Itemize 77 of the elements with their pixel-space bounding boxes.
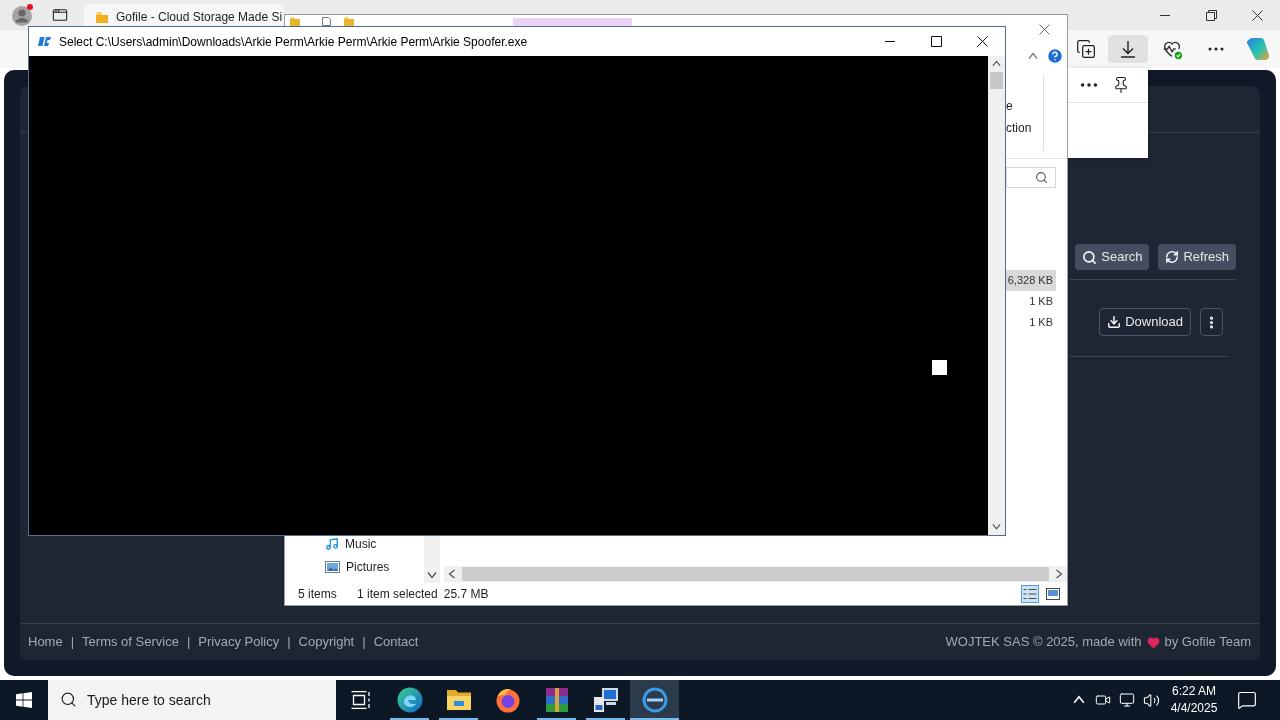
view-button[interactable] bbox=[1044, 585, 1062, 603]
refresh-icon bbox=[1165, 250, 1180, 264]
link-separator: | bbox=[362, 633, 366, 652]
footer-link[interactable]: Home bbox=[28, 632, 63, 652]
credit-text: by Gofile Team bbox=[1164, 633, 1251, 652]
tab-actions-icon[interactable] bbox=[52, 7, 68, 23]
item-count: 5 items bbox=[298, 586, 338, 603]
restore-icon[interactable] bbox=[1205, 9, 1217, 21]
chevron-down-icon[interactable] bbox=[427, 571, 437, 579]
heart-icon bbox=[1146, 635, 1160, 649]
maximize-icon[interactable] bbox=[930, 36, 942, 47]
footer-link[interactable]: Contact bbox=[373, 632, 419, 652]
app-logo-icon bbox=[641, 687, 668, 713]
ribbon-label[interactable]: e bbox=[1006, 98, 1043, 114]
selection-size: 25.7 MB bbox=[443, 586, 489, 603]
computer-icon bbox=[592, 687, 619, 713]
folder-icon bbox=[445, 689, 472, 711]
music-note-icon bbox=[325, 537, 339, 551]
selection-count: 1 item selected bbox=[357, 586, 438, 603]
windows-logo-icon[interactable] bbox=[16, 692, 32, 708]
browser-icon bbox=[396, 687, 423, 713]
scrollbar-thumb[interactable] bbox=[462, 567, 1049, 581]
folder-icon bbox=[96, 11, 108, 23]
file-row[interactable]: 1 KB bbox=[1006, 312, 1056, 333]
help-icon[interactable] bbox=[1046, 47, 1064, 65]
download-button[interactable]: Download bbox=[1099, 308, 1191, 336]
nav-item[interactable]: Pictures bbox=[285, 558, 424, 576]
footer-link[interactable]: Terms of Service bbox=[82, 632, 179, 652]
profile-avatar-icon[interactable] bbox=[11, 3, 35, 27]
scrollbar-thumb[interactable] bbox=[990, 72, 1003, 89]
search-field[interactable]: Type here to search bbox=[48, 680, 336, 720]
nav-item[interactable]: Music bbox=[285, 535, 424, 553]
task-view-icon bbox=[350, 691, 371, 709]
refresh-button[interactable]: Refresh bbox=[1158, 244, 1236, 270]
footer-link[interactable]: Copyright bbox=[298, 632, 355, 652]
more-icon[interactable] bbox=[1208, 47, 1224, 51]
notification-icon[interactable] bbox=[1237, 690, 1257, 710]
download-icon bbox=[1107, 315, 1122, 329]
chevron-right-icon[interactable] bbox=[1055, 569, 1063, 579]
link-separator: | bbox=[70, 633, 75, 652]
text-cursor bbox=[932, 360, 947, 375]
download-icon bbox=[1120, 40, 1136, 58]
search-icon bbox=[1082, 249, 1098, 265]
link-separator: | bbox=[186, 633, 191, 652]
downloads-button[interactable] bbox=[1108, 35, 1148, 63]
video-icon[interactable] bbox=[1095, 692, 1111, 708]
chevron-left-icon[interactable] bbox=[448, 569, 456, 579]
close-icon[interactable] bbox=[976, 36, 988, 47]
picture-icon bbox=[325, 561, 340, 573]
search-icon bbox=[60, 691, 77, 708]
copy-plus-icon[interactable] bbox=[1076, 39, 1096, 59]
window-title: Select C:\Users\admin\Downloads\Arkie Perm\Arkie Perm\Arkie Perm\Arkie Spoofer.exe bbox=[59, 33, 528, 51]
link-separator: | bbox=[287, 633, 291, 652]
copyright-text: WOJTEK SAS © 2025, made with bbox=[945, 633, 1142, 652]
footer-link[interactable]: Privacy Policy bbox=[198, 632, 280, 652]
search-field[interactable] bbox=[1006, 166, 1056, 188]
clock-date[interactable]: 4/4/2025 bbox=[1170, 700, 1218, 717]
details-view-icon bbox=[1023, 588, 1037, 600]
volume-icon[interactable] bbox=[1142, 691, 1160, 709]
more-button[interactable] bbox=[1200, 308, 1223, 336]
file-row[interactable]: 1 KB bbox=[1006, 291, 1056, 312]
view-button[interactable] bbox=[1021, 585, 1039, 603]
books-icon bbox=[544, 687, 569, 713]
network-icon[interactable] bbox=[1119, 692, 1135, 708]
app-logo-icon bbox=[38, 37, 51, 46]
browser-icon bbox=[494, 687, 521, 713]
large-icons-view-icon bbox=[1046, 588, 1060, 600]
ribbon-label[interactable]: ction bbox=[1006, 120, 1043, 136]
search-icon bbox=[1035, 170, 1048, 184]
pin-icon[interactable] bbox=[1112, 76, 1130, 94]
app-logo-icon[interactable] bbox=[1246, 37, 1270, 61]
search-button[interactable]: Search bbox=[1075, 244, 1150, 270]
clock-time[interactable]: 6:22 AM bbox=[1172, 683, 1216, 700]
file-row[interactable]: 6,328 KB bbox=[1006, 270, 1056, 291]
chevron-down-icon[interactable] bbox=[992, 523, 1001, 531]
close-icon[interactable] bbox=[1251, 9, 1263, 21]
minimize-icon[interactable] bbox=[1160, 14, 1170, 16]
